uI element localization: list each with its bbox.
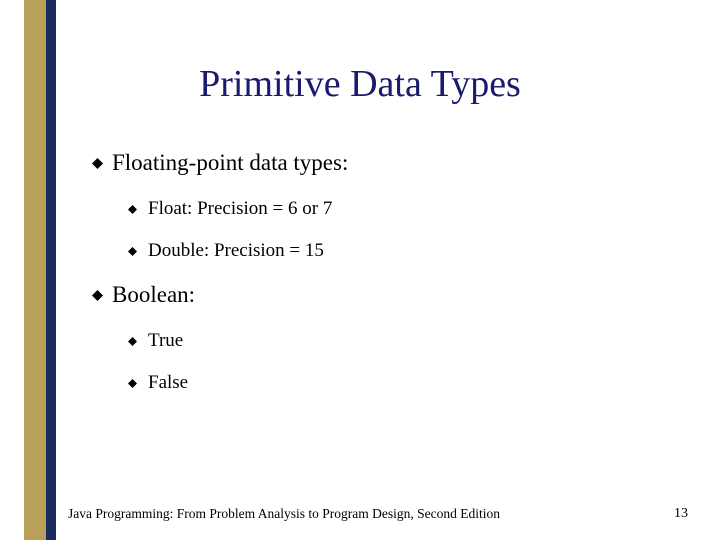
list-item-text: True (148, 330, 183, 352)
page-number: 13 (674, 506, 688, 522)
slide-title: Primitive Data Types (0, 62, 720, 106)
list-item: True (128, 330, 652, 352)
diamond-bullet-icon (92, 282, 104, 301)
diamond-bullet-icon (128, 240, 140, 256)
slide-footer: Java Programming: From Problem Analysis … (68, 506, 688, 522)
list-item-text: Boolean: (112, 282, 195, 308)
footer-source: Java Programming: From Problem Analysis … (68, 506, 500, 522)
list-item: False (128, 372, 652, 394)
list-item: Boolean: (92, 282, 652, 308)
list-item: Double: Precision = 15 (128, 240, 652, 262)
list-item-text: Double: Precision = 15 (148, 240, 324, 262)
slide-body: Floating-point data types: Float: Precis… (92, 150, 652, 414)
diamond-bullet-icon (128, 198, 140, 214)
list-item-text: Floating-point data types: (112, 150, 348, 176)
diamond-bullet-icon (128, 330, 140, 346)
list-item-text: False (148, 372, 188, 394)
diamond-bullet-icon (92, 150, 104, 169)
list-item: Float: Precision = 6 or 7 (128, 198, 652, 220)
list-item-text: Float: Precision = 6 or 7 (148, 198, 332, 220)
diamond-bullet-icon (128, 372, 140, 388)
list-item: Floating-point data types: (92, 150, 652, 176)
